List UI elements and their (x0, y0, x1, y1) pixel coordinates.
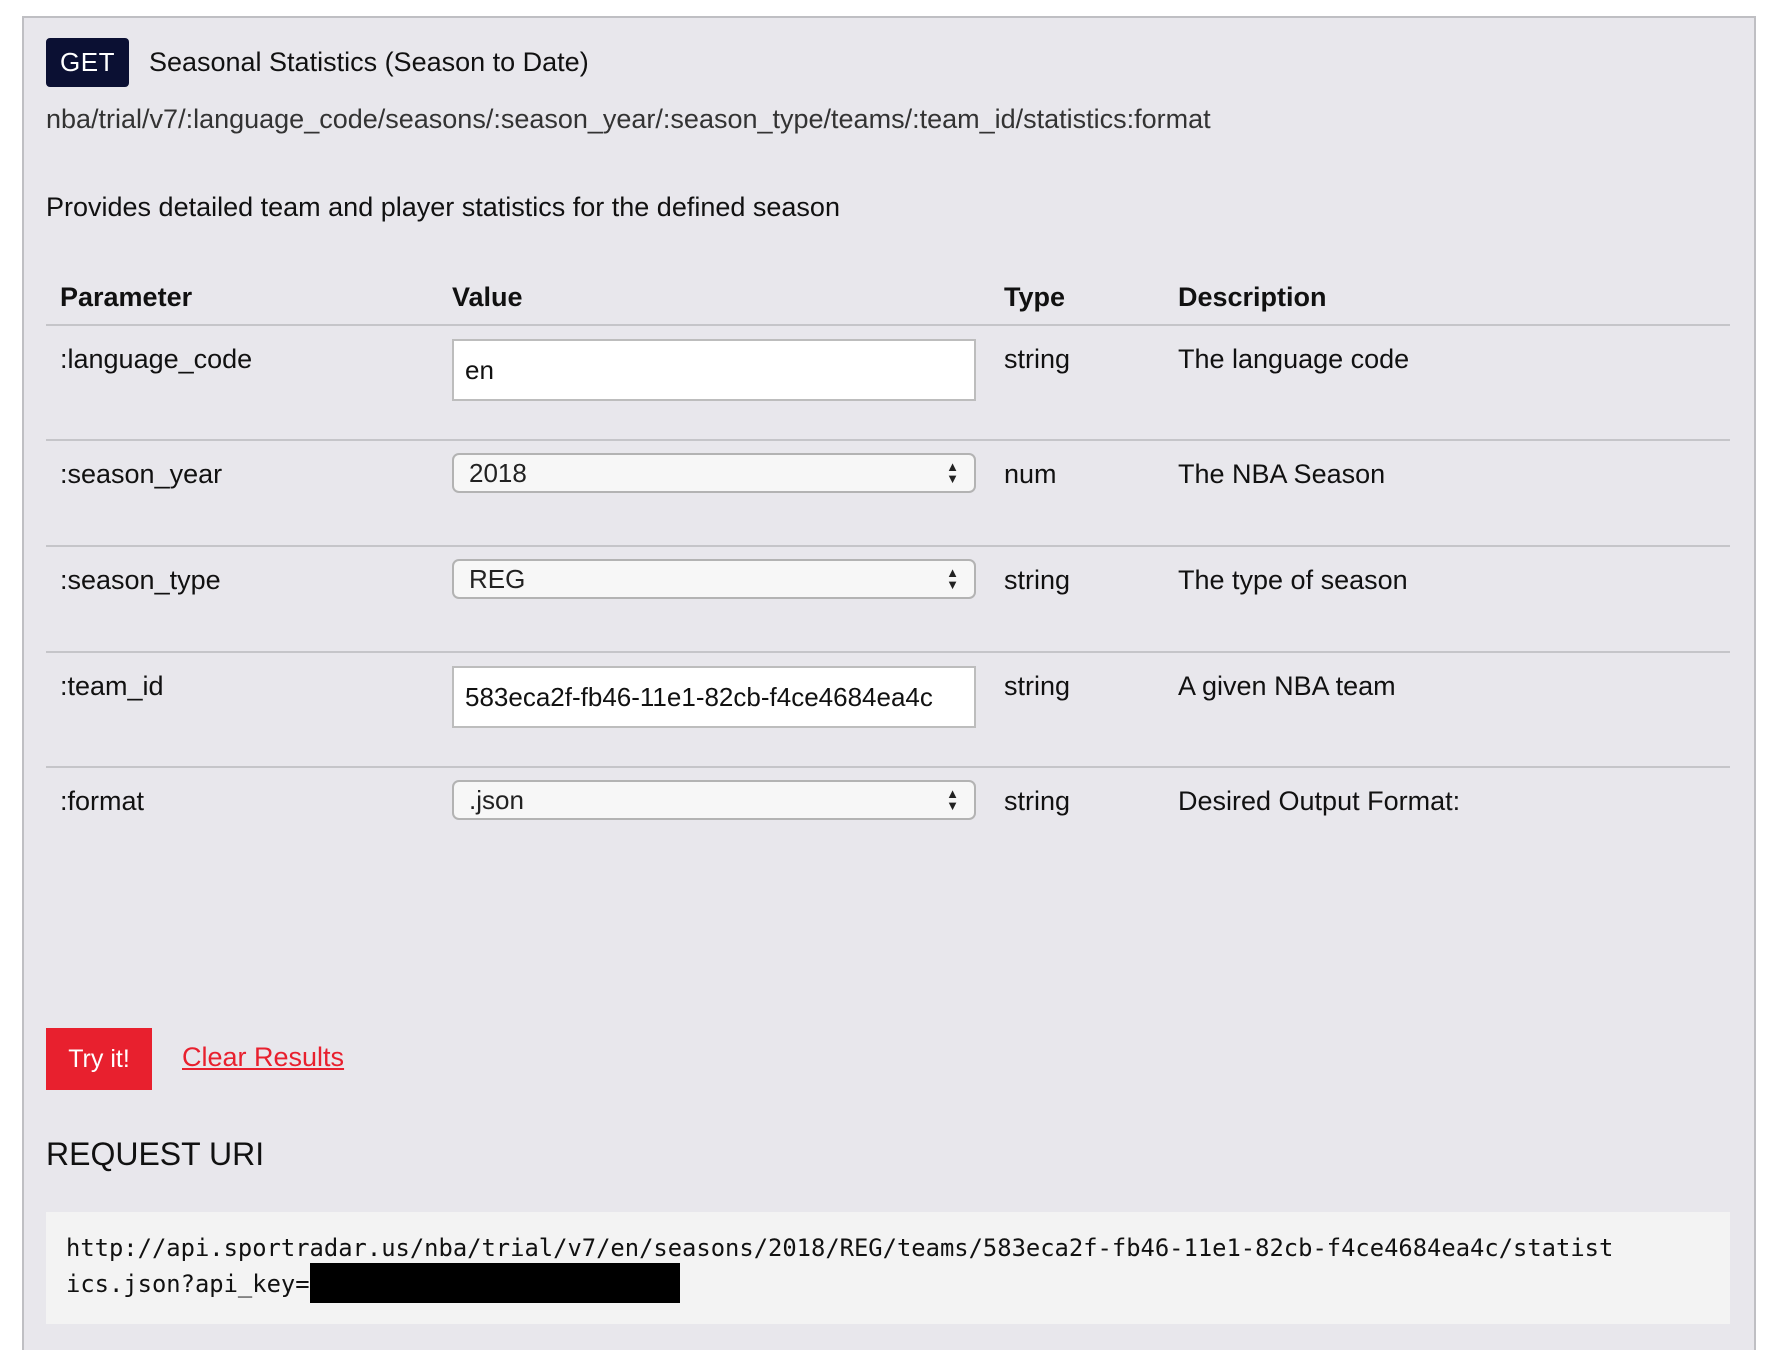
param-name: :format (60, 786, 145, 816)
param-type: string (1004, 671, 1071, 701)
parameters-table: Parameter Value Type Description :langua… (46, 280, 1730, 878)
header-value: Value (452, 282, 523, 312)
param-description: Desired Output Format: (1178, 786, 1461, 816)
param-row-language-code: :language_code string The language code (46, 326, 1730, 441)
param-value-cell (452, 666, 976, 728)
request-uri-text: ics.json?api_key= (66, 1270, 310, 1298)
select-arrows-icon: ▲ ▼ (946, 565, 959, 592)
param-description: The NBA Season (1178, 459, 1386, 489)
param-value-cell: 2018 ▲ ▼ (452, 453, 976, 493)
param-name: :season_type (60, 565, 221, 595)
param-value-cell: .json ▲ ▼ (452, 780, 976, 820)
param-value-cell (452, 339, 976, 401)
param-row-format: :format .json ▲ ▼ string Desired Output F… (46, 768, 1730, 878)
endpoint-path: nba/trial/v7/:language_code/seasons/:sea… (46, 104, 1211, 134)
select-value: .json (469, 784, 524, 815)
table-header: Parameter Value Type Description (46, 280, 1730, 326)
param-row-season-type: :season_type REG ▲ ▼ string The type of s… (46, 547, 1730, 653)
select-value: REG (469, 563, 526, 594)
redacted-api-key (309, 1262, 680, 1303)
try-it-button[interactable]: Try it! (46, 1028, 152, 1090)
header-description: Description (1178, 282, 1327, 312)
header-type: Type (1004, 282, 1066, 312)
param-name: :season_year (60, 459, 223, 489)
season-type-select[interactable]: REG ▲ ▼ (452, 559, 976, 599)
param-description: The type of season (1178, 565, 1408, 595)
param-type: num (1004, 459, 1057, 489)
clear-results-link[interactable]: Clear Results (182, 1042, 344, 1073)
param-type: string (1004, 344, 1071, 374)
select-value: 2018 (469, 457, 527, 488)
param-row-team-id: :team_id string A given NBA team (46, 653, 1730, 768)
endpoint-header: GET Seasonal Statistics (Season to Date) (46, 38, 589, 87)
request-uri-box: http://api.sportradar.us/nba/trial/v7/en… (46, 1212, 1730, 1324)
endpoint-title: Seasonal Statistics (Season to Date) (148, 47, 589, 77)
request-uri-line: ics.json?api_key= (66, 1262, 1710, 1303)
select-arrows-icon: ▲ ▼ (946, 459, 959, 486)
team-id-input[interactable] (452, 666, 976, 728)
param-description: The language code (1178, 344, 1410, 374)
endpoint-panel: GET Seasonal Statistics (Season to Date)… (22, 16, 1756, 1350)
format-select[interactable]: .json ▲ ▼ (452, 780, 976, 820)
language-code-input[interactable] (452, 339, 976, 401)
request-uri-heading: REQUEST URI (46, 1136, 265, 1172)
param-value-cell: REG ▲ ▼ (452, 559, 976, 599)
request-uri-line: http://api.sportradar.us/nba/trial/v7/en… (66, 1234, 1614, 1262)
season-year-select[interactable]: 2018 ▲ ▼ (452, 453, 976, 493)
param-row-season-year: :season_year 2018 ▲ ▼ num The NBA Season (46, 441, 1730, 547)
param-type: string (1004, 786, 1071, 816)
param-name: :language_code (60, 344, 253, 374)
http-method-badge: GET (46, 38, 129, 87)
endpoint-description: Provides detailed team and player statis… (46, 192, 840, 222)
param-type: string (1004, 565, 1071, 595)
param-description: A given NBA team (1178, 671, 1396, 701)
param-name: :team_id (60, 671, 164, 701)
select-arrows-icon: ▲ ▼ (946, 786, 959, 813)
header-parameter: Parameter (60, 282, 193, 312)
